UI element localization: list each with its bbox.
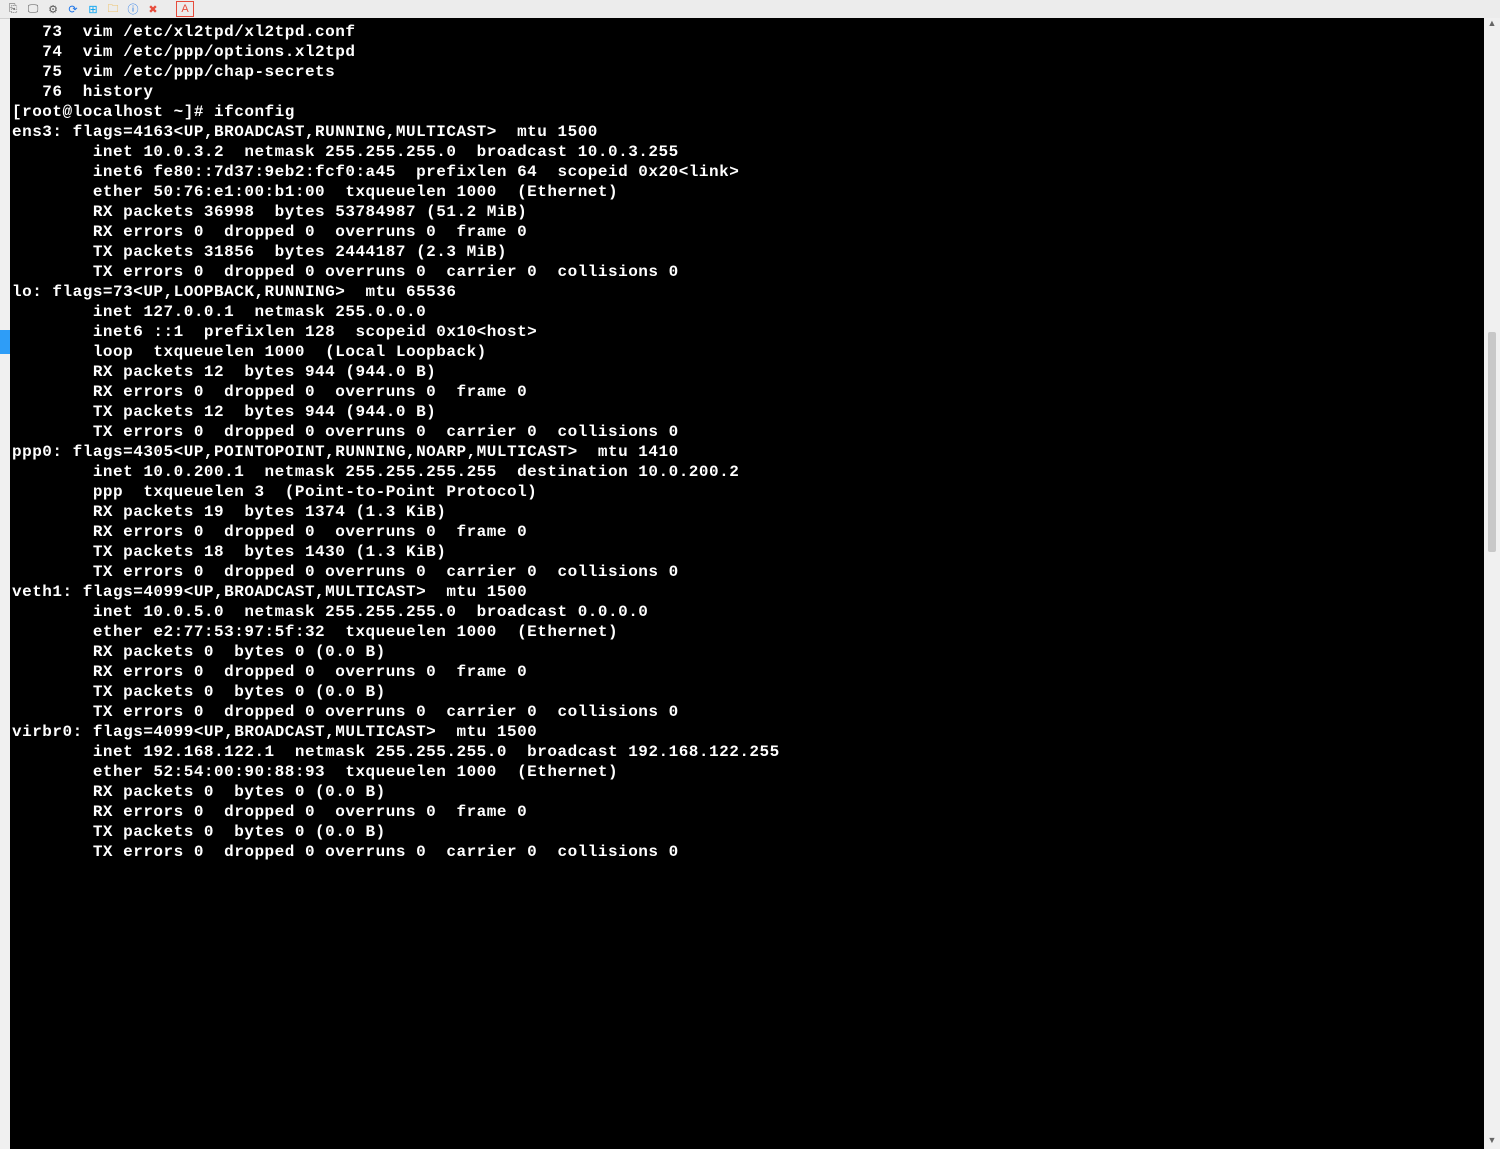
terminal-line: RX errors 0 dropped 0 overruns 0 frame 0 (12, 662, 1482, 682)
close-icon[interactable]: ✖ (146, 2, 160, 16)
scroll-track[interactable] (1486, 32, 1498, 1135)
terminal-line: inet 10.0.200.1 netmask 255.255.255.255 … (12, 462, 1482, 482)
terminal-line: ppp0: flags=4305<UP,POINTOPOINT,RUNNING,… (12, 442, 1482, 462)
terminal-line: TX packets 0 bytes 0 (0.0 B) (12, 682, 1482, 702)
terminal-line: 75 vim /etc/ppp/chap-secrets (12, 62, 1482, 82)
terminal-line: ether 50:76:e1:00:b1:00 txqueuelen 1000 … (12, 182, 1482, 202)
terminal-line: inet6 ::1 prefixlen 128 scopeid 0x10<hos… (12, 322, 1482, 342)
scroll-down-arrow[interactable]: ▼ (1484, 1135, 1500, 1149)
terminal-line: TX errors 0 dropped 0 overruns 0 carrier… (12, 842, 1482, 862)
terminal-line: RX packets 19 bytes 1374 (1.3 KiB) (12, 502, 1482, 522)
vm-toolbar: ⎘ 🖵 ⚙ ⟳ ⊞ 🗀 ⓘ ✖ A (0, 0, 1500, 19)
scrollbar[interactable]: ▲ ▼ (1484, 18, 1500, 1149)
terminal-line: TX packets 18 bytes 1430 (1.3 KiB) (12, 542, 1482, 562)
terminal-line: RX packets 0 bytes 0 (0.0 B) (12, 642, 1482, 662)
terminal-line: 74 vim /etc/ppp/options.xl2tpd (12, 42, 1482, 62)
terminal-line: TX errors 0 dropped 0 overruns 0 carrier… (12, 562, 1482, 582)
terminal-line: 73 vim /etc/xl2tpd/xl2tpd.conf (12, 22, 1482, 42)
terminal-line: lo: flags=73<UP,LOOPBACK,RUNNING> mtu 65… (12, 282, 1482, 302)
terminal-line: virbr0: flags=4099<UP,BROADCAST,MULTICAS… (12, 722, 1482, 742)
terminal-line: veth1: flags=4099<UP,BROADCAST,MULTICAST… (12, 582, 1482, 602)
terminal-line: loop txqueuelen 1000 (Local Loopback) (12, 342, 1482, 362)
terminal-line: ether 52:54:00:90:88:93 txqueuelen 1000 … (12, 762, 1482, 782)
scroll-up-arrow[interactable]: ▲ (1484, 18, 1500, 32)
terminal-line: inet 127.0.0.1 netmask 255.0.0.0 (12, 302, 1482, 322)
terminal-line: RX packets 0 bytes 0 (0.0 B) (12, 782, 1482, 802)
terminal-line: RX errors 0 dropped 0 overruns 0 frame 0 (12, 522, 1482, 542)
terminal-line: inet 10.0.5.0 netmask 255.255.255.0 broa… (12, 602, 1482, 622)
terminal-line: TX errors 0 dropped 0 overruns 0 carrier… (12, 422, 1482, 442)
terminal-line: TX packets 31856 bytes 2444187 (2.3 MiB) (12, 242, 1482, 262)
terminal-line: RX errors 0 dropped 0 overruns 0 frame 0 (12, 382, 1482, 402)
monitor-icon[interactable]: 🖵 (26, 2, 40, 16)
terminal-line: RX errors 0 dropped 0 overruns 0 frame 0 (12, 802, 1482, 822)
terminal-output[interactable]: 73 vim /etc/xl2tpd/xl2tpd.conf 74 vim /e… (10, 18, 1484, 1149)
terminal-line: TX errors 0 dropped 0 overruns 0 carrier… (12, 702, 1482, 722)
terminal-line: RX errors 0 dropped 0 overruns 0 frame 0 (12, 222, 1482, 242)
scroll-thumb[interactable] (1488, 332, 1496, 552)
terminal-line: TX packets 12 bytes 944 (944.0 B) (12, 402, 1482, 422)
gear-icon[interactable]: ⚙ (46, 2, 60, 16)
windows-icon[interactable]: ⊞ (86, 2, 100, 16)
terminal-line: inet6 fe80::7d37:9eb2:fcf0:a45 prefixlen… (12, 162, 1482, 182)
terminal-line: [root@localhost ~]# ifconfig (12, 102, 1482, 122)
side-tab-indicator (0, 330, 10, 354)
terminal-line: 76 history (12, 82, 1482, 102)
refresh-icon[interactable]: ⟳ (66, 2, 80, 16)
terminal-line: TX packets 0 bytes 0 (0.0 B) (12, 822, 1482, 842)
terminal-line: RX packets 12 bytes 944 (944.0 B) (12, 362, 1482, 382)
terminal-line: ether e2:77:53:97:5f:32 txqueuelen 1000 … (12, 622, 1482, 642)
terminal-line: RX packets 36998 bytes 53784987 (51.2 Mi… (12, 202, 1482, 222)
terminal-line: TX errors 0 dropped 0 overruns 0 carrier… (12, 262, 1482, 282)
link-icon[interactable]: ⎘ (6, 2, 20, 16)
folder-icon[interactable]: 🗀 (106, 2, 120, 16)
info-icon[interactable]: ⓘ (126, 2, 140, 16)
pdf-icon[interactable]: A (176, 1, 194, 17)
terminal-line: inet 10.0.3.2 netmask 255.255.255.0 broa… (12, 142, 1482, 162)
terminal-line: inet 192.168.122.1 netmask 255.255.255.0… (12, 742, 1482, 762)
terminal-line: ppp txqueuelen 3 (Point-to-Point Protoco… (12, 482, 1482, 502)
terminal-line: ens3: flags=4163<UP,BROADCAST,RUNNING,MU… (12, 122, 1482, 142)
